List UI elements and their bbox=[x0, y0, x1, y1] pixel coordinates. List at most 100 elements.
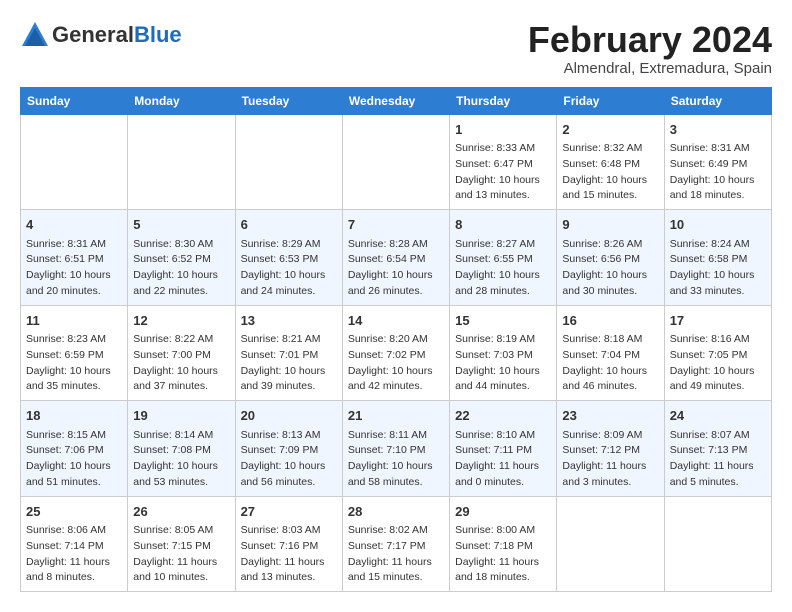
logo-text: GeneralBlue bbox=[52, 22, 182, 48]
day-info-line: and 26 minutes. bbox=[348, 284, 444, 300]
day-number: 7 bbox=[348, 215, 444, 235]
day-info-line: Sunset: 6:51 PM bbox=[26, 252, 122, 268]
day-info-line: Daylight: 10 hours bbox=[455, 173, 551, 189]
day-info-line: and 13 minutes. bbox=[455, 188, 551, 204]
day-info-line: Sunrise: 8:26 AM bbox=[562, 237, 658, 253]
logo-general: General bbox=[52, 22, 134, 47]
calendar-cell: 17Sunrise: 8:16 AMSunset: 7:05 PMDayligh… bbox=[664, 305, 771, 401]
day-info-line: and 53 minutes. bbox=[133, 475, 229, 491]
logo-blue-text: Blue bbox=[134, 22, 182, 47]
logo-icon bbox=[20, 20, 50, 50]
calendar-cell: 24Sunrise: 8:07 AMSunset: 7:13 PMDayligh… bbox=[664, 401, 771, 497]
day-info-line: Sunrise: 8:18 AM bbox=[562, 332, 658, 348]
day-info-line: Sunset: 7:03 PM bbox=[455, 348, 551, 364]
day-info-line: Sunset: 7:15 PM bbox=[133, 539, 229, 555]
day-number: 8 bbox=[455, 215, 551, 235]
weekday-header-wednesday: Wednesday bbox=[342, 87, 449, 114]
day-info-line: and 42 minutes. bbox=[348, 379, 444, 395]
day-number: 26 bbox=[133, 502, 229, 522]
day-number: 6 bbox=[241, 215, 337, 235]
logo: GeneralBlue bbox=[20, 20, 182, 50]
day-info-line: Sunrise: 8:15 AM bbox=[26, 428, 122, 444]
day-info-line: Sunrise: 8:31 AM bbox=[670, 141, 766, 157]
weekday-header-tuesday: Tuesday bbox=[235, 87, 342, 114]
day-info-line: Sunset: 7:18 PM bbox=[455, 539, 551, 555]
calendar-cell: 26Sunrise: 8:05 AMSunset: 7:15 PMDayligh… bbox=[128, 496, 235, 592]
weekday-header-row: SundayMondayTuesdayWednesdayThursdayFrid… bbox=[21, 87, 772, 114]
day-info-line: Daylight: 11 hours bbox=[455, 459, 551, 475]
day-number: 15 bbox=[455, 311, 551, 331]
day-info-line: and 10 minutes. bbox=[133, 570, 229, 586]
calendar-cell bbox=[664, 496, 771, 592]
day-info-line: Sunset: 6:52 PM bbox=[133, 252, 229, 268]
day-number: 29 bbox=[455, 502, 551, 522]
calendar-cell: 25Sunrise: 8:06 AMSunset: 7:14 PMDayligh… bbox=[21, 496, 128, 592]
day-number: 11 bbox=[26, 311, 122, 331]
day-info-line: Sunrise: 8:02 AM bbox=[348, 523, 444, 539]
day-info-line: Sunset: 7:05 PM bbox=[670, 348, 766, 364]
day-info-line: Daylight: 10 hours bbox=[241, 268, 337, 284]
calendar-cell: 20Sunrise: 8:13 AMSunset: 7:09 PMDayligh… bbox=[235, 401, 342, 497]
day-info-line: Daylight: 10 hours bbox=[455, 268, 551, 284]
day-info-line: Sunrise: 8:19 AM bbox=[455, 332, 551, 348]
day-number: 3 bbox=[670, 120, 766, 140]
day-number: 25 bbox=[26, 502, 122, 522]
day-number: 21 bbox=[348, 406, 444, 426]
day-info-line: Sunset: 7:04 PM bbox=[562, 348, 658, 364]
day-number: 10 bbox=[670, 215, 766, 235]
month-year-title: February 2024 bbox=[528, 20, 772, 60]
day-info-line: and 56 minutes. bbox=[241, 475, 337, 491]
day-info-line: Sunrise: 8:31 AM bbox=[26, 237, 122, 253]
day-info-line: Sunrise: 8:33 AM bbox=[455, 141, 551, 157]
day-info-line: and 33 minutes. bbox=[670, 284, 766, 300]
day-info-line: Sunrise: 8:23 AM bbox=[26, 332, 122, 348]
week-row-5: 25Sunrise: 8:06 AMSunset: 7:14 PMDayligh… bbox=[21, 496, 772, 592]
day-number: 9 bbox=[562, 215, 658, 235]
day-number: 24 bbox=[670, 406, 766, 426]
day-info-line: Sunset: 7:01 PM bbox=[241, 348, 337, 364]
calendar-cell: 5Sunrise: 8:30 AMSunset: 6:52 PMDaylight… bbox=[128, 210, 235, 306]
day-info-line: Sunset: 6:49 PM bbox=[670, 157, 766, 173]
calendar-table: SundayMondayTuesdayWednesdayThursdayFrid… bbox=[20, 87, 772, 593]
calendar-cell bbox=[128, 114, 235, 210]
day-info-line: Daylight: 10 hours bbox=[562, 173, 658, 189]
day-info-line: Sunset: 7:10 PM bbox=[348, 443, 444, 459]
day-info-line: Daylight: 10 hours bbox=[26, 459, 122, 475]
calendar-cell: 13Sunrise: 8:21 AMSunset: 7:01 PMDayligh… bbox=[235, 305, 342, 401]
calendar-cell: 21Sunrise: 8:11 AMSunset: 7:10 PMDayligh… bbox=[342, 401, 449, 497]
day-info-line: Sunset: 7:00 PM bbox=[133, 348, 229, 364]
day-info-line: Daylight: 10 hours bbox=[133, 364, 229, 380]
title-block: February 2024 Almendral, Extremadura, Sp… bbox=[528, 20, 772, 77]
day-info-line: Sunset: 7:11 PM bbox=[455, 443, 551, 459]
day-info-line: Daylight: 11 hours bbox=[562, 459, 658, 475]
calendar-cell: 12Sunrise: 8:22 AMSunset: 7:00 PMDayligh… bbox=[128, 305, 235, 401]
week-row-4: 18Sunrise: 8:15 AMSunset: 7:06 PMDayligh… bbox=[21, 401, 772, 497]
day-info-line: and 24 minutes. bbox=[241, 284, 337, 300]
day-number: 22 bbox=[455, 406, 551, 426]
day-info-line: and 49 minutes. bbox=[670, 379, 766, 395]
day-number: 20 bbox=[241, 406, 337, 426]
day-info-line: Daylight: 10 hours bbox=[133, 459, 229, 475]
day-info-line: and 30 minutes. bbox=[562, 284, 658, 300]
day-info-line: and 35 minutes. bbox=[26, 379, 122, 395]
calendar-cell: 29Sunrise: 8:00 AMSunset: 7:18 PMDayligh… bbox=[450, 496, 557, 592]
day-info-line: Sunset: 7:06 PM bbox=[26, 443, 122, 459]
day-number: 19 bbox=[133, 406, 229, 426]
day-info-line: Sunset: 6:47 PM bbox=[455, 157, 551, 173]
day-info-line: and 51 minutes. bbox=[26, 475, 122, 491]
week-row-1: 1Sunrise: 8:33 AMSunset: 6:47 PMDaylight… bbox=[21, 114, 772, 210]
day-info-line: and 15 minutes. bbox=[562, 188, 658, 204]
day-info-line: Sunrise: 8:03 AM bbox=[241, 523, 337, 539]
calendar-cell: 2Sunrise: 8:32 AMSunset: 6:48 PMDaylight… bbox=[557, 114, 664, 210]
day-info-line: and 15 minutes. bbox=[348, 570, 444, 586]
day-info-line: Sunset: 6:59 PM bbox=[26, 348, 122, 364]
day-info-line: Sunrise: 8:22 AM bbox=[133, 332, 229, 348]
calendar-cell: 14Sunrise: 8:20 AMSunset: 7:02 PMDayligh… bbox=[342, 305, 449, 401]
day-number: 23 bbox=[562, 406, 658, 426]
calendar-cell: 23Sunrise: 8:09 AMSunset: 7:12 PMDayligh… bbox=[557, 401, 664, 497]
day-info-line: Sunset: 7:14 PM bbox=[26, 539, 122, 555]
day-info-line: and 8 minutes. bbox=[26, 570, 122, 586]
day-info-line: Sunrise: 8:14 AM bbox=[133, 428, 229, 444]
day-info-line: Sunrise: 8:09 AM bbox=[562, 428, 658, 444]
day-info-line: and 13 minutes. bbox=[241, 570, 337, 586]
